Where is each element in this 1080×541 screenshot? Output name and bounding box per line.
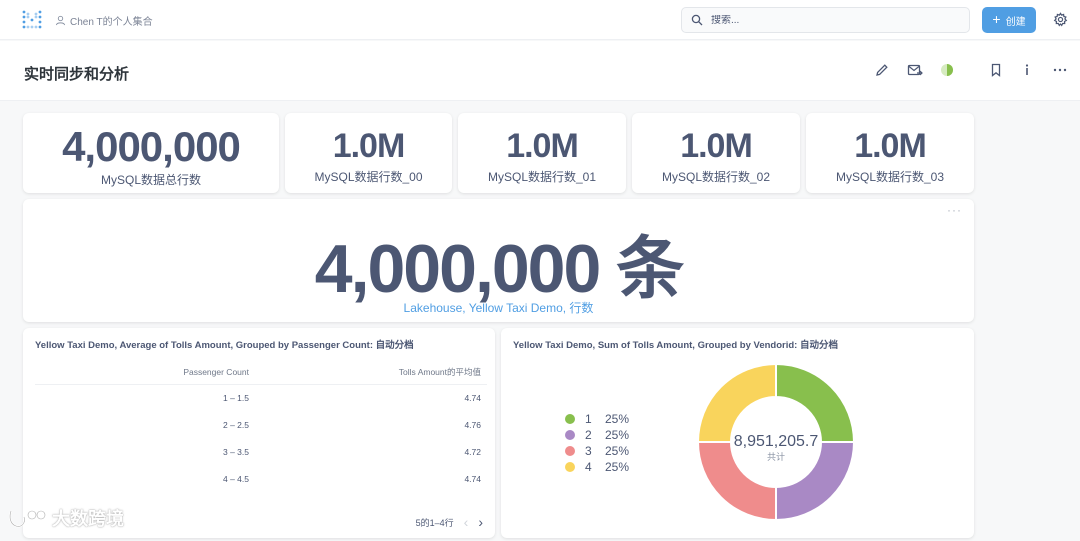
top-navbar: Chen T的个人集合 + 创建 — [0, 0, 1080, 40]
legend-dot — [565, 430, 575, 440]
table-cell[interactable]: 4.74 — [255, 384, 487, 411]
info-icon[interactable] — [1019, 62, 1035, 78]
legend-item[interactable]: 1 25% — [565, 411, 629, 427]
legend-percent: 25% — [605, 460, 630, 474]
pager-label: 5的1–4行 — [415, 517, 454, 528]
watermark-logo-icon — [9, 510, 46, 528]
table-cell[interactable]: 4 – 4.5 — [35, 465, 255, 492]
chart-title[interactable]: Yellow Taxi Demo, Sum of Tolls Amount, G… — [513, 337, 838, 351]
table-cell[interactable]: 2 – 2.5 — [35, 411, 255, 438]
share-icon[interactable] — [907, 62, 923, 78]
legend-label: 4 — [585, 460, 592, 474]
search-box[interactable] — [681, 7, 970, 33]
big-number-card[interactable]: ··· 4,000,000 条 Lakehouse, Yellow Taxi D… — [23, 199, 974, 322]
column-header-passenger-count[interactable]: Passenger Count — [35, 360, 255, 385]
donut-total-value: 8,951,205.7 — [734, 433, 819, 450]
legend-dot — [565, 462, 575, 472]
prev-page-icon[interactable]: ‹ — [464, 514, 469, 530]
data-table: Passenger Count Tolls Amount的平均值 1 – 1.5… — [35, 360, 487, 492]
breadcrumb[interactable]: Chen T的个人集合 — [55, 13, 153, 28]
donut-chart: 8,951,205.7 共计 — [696, 362, 856, 522]
legend-item[interactable]: 4 25% — [565, 459, 629, 475]
legend-label: 3 — [585, 444, 592, 458]
kpi-card-03[interactable]: 1.0M MySQL数据行数_03 — [806, 113, 974, 193]
table-row: 1 – 1.5 4.74 — [35, 384, 487, 411]
legend-dot — [565, 446, 575, 456]
legend-item[interactable]: 2 25% — [565, 427, 629, 443]
kpi-value: 1.0M — [506, 127, 579, 165]
kpi-card-total[interactable]: 4,000,000 MySQL数据总行数 — [23, 113, 279, 193]
legend-percent: 25% — [605, 444, 630, 458]
kpi-label: MySQL数据行数_03 — [835, 170, 945, 184]
donut-slice-3[interactable] — [696, 441, 777, 522]
create-button-label: 创建 — [1005, 16, 1026, 28]
kpi-value: 1.0M — [854, 127, 927, 165]
donut-chart-card[interactable]: Yellow Taxi Demo, Sum of Tolls Amount, G… — [501, 328, 974, 538]
table-row: 2 – 2.5 4.76 — [35, 411, 487, 438]
legend-dot — [565, 414, 575, 424]
kpi-card-00[interactable]: 1.0M MySQL数据行数_00 — [285, 113, 452, 193]
chart-legend: 1 25% 2 25% 3 25% 4 25% — [565, 411, 629, 475]
watermark: 大数跨境 — [8, 505, 124, 531]
person-icon — [55, 15, 66, 26]
kpi-card-02[interactable]: 1.0M MySQL数据行数_02 — [632, 113, 800, 193]
legend-percent: 25% — [605, 412, 630, 426]
table-row: 3 – 3.5 4.72 — [35, 438, 487, 465]
bookmark-icon[interactable] — [988, 62, 1004, 78]
metabase-logo-icon[interactable] — [22, 10, 42, 30]
search-input[interactable] — [711, 14, 951, 26]
big-number-link[interactable]: Lakehouse, Yellow Taxi Demo, 行数 — [23, 299, 974, 316]
plus-icon: + — [992, 11, 1001, 27]
kpi-value: 1.0M — [332, 127, 406, 165]
table-cell[interactable]: 4.72 — [255, 438, 487, 465]
table-cell[interactable]: 1 – 1.5 — [35, 384, 255, 411]
donut-slice-4[interactable] — [696, 362, 777, 443]
legend-percent: 25% — [605, 428, 630, 442]
kpi-value: 1.0M — [680, 127, 753, 165]
table-cell[interactable]: 3 – 3.5 — [35, 438, 255, 465]
table-pager: 5的1–4行 ‹ › — [416, 514, 483, 530]
pencil-icon[interactable] — [874, 62, 890, 78]
watermark-text: 大数跨境 — [52, 509, 124, 529]
dashboard-header: 实时同步和分析 — [0, 41, 1080, 101]
donut-total-label: 共计 — [767, 451, 785, 462]
legend-item[interactable]: 3 25% — [565, 443, 629, 459]
kpi-value: 4,000,000 — [62, 123, 241, 170]
table-cell[interactable]: 4.74 — [255, 465, 487, 492]
gear-icon[interactable] — [1053, 12, 1068, 27]
kpi-card-01[interactable]: 1.0M MySQL数据行数_01 — [458, 113, 626, 193]
kpi-label: MySQL数据行数_00 — [314, 170, 423, 184]
table-row: 4 – 4.5 4.74 — [35, 465, 487, 492]
table-cell[interactable]: 4.76 — [255, 411, 487, 438]
donut-slice-2[interactable] — [775, 441, 856, 522]
big-number-value: 4,000,000 条 — [314, 231, 684, 307]
search-icon — [691, 14, 703, 26]
column-header-tolls-avg[interactable]: Tolls Amount的平均值 — [255, 360, 487, 385]
dashboard-title[interactable]: 实时同步和分析 — [24, 63, 129, 84]
status-icon[interactable] — [939, 62, 955, 78]
table-card-title[interactable]: Yellow Taxi Demo, Average of Tolls Amoun… — [35, 337, 414, 351]
kpi-label: MySQL数据行数_02 — [661, 170, 771, 184]
kpi-label: MySQL数据行数_01 — [487, 170, 597, 184]
breadcrumb-label: Chen T的个人集合 — [70, 17, 153, 28]
kpi-label: MySQL数据总行数 — [100, 173, 201, 187]
create-button[interactable]: + 创建 — [982, 7, 1036, 33]
legend-label: 2 — [585, 428, 592, 442]
ellipsis-icon[interactable] — [1052, 62, 1068, 78]
next-page-icon[interactable]: › — [478, 514, 483, 530]
legend-label: 1 — [585, 412, 592, 426]
donut-slice-1[interactable] — [775, 362, 856, 443]
